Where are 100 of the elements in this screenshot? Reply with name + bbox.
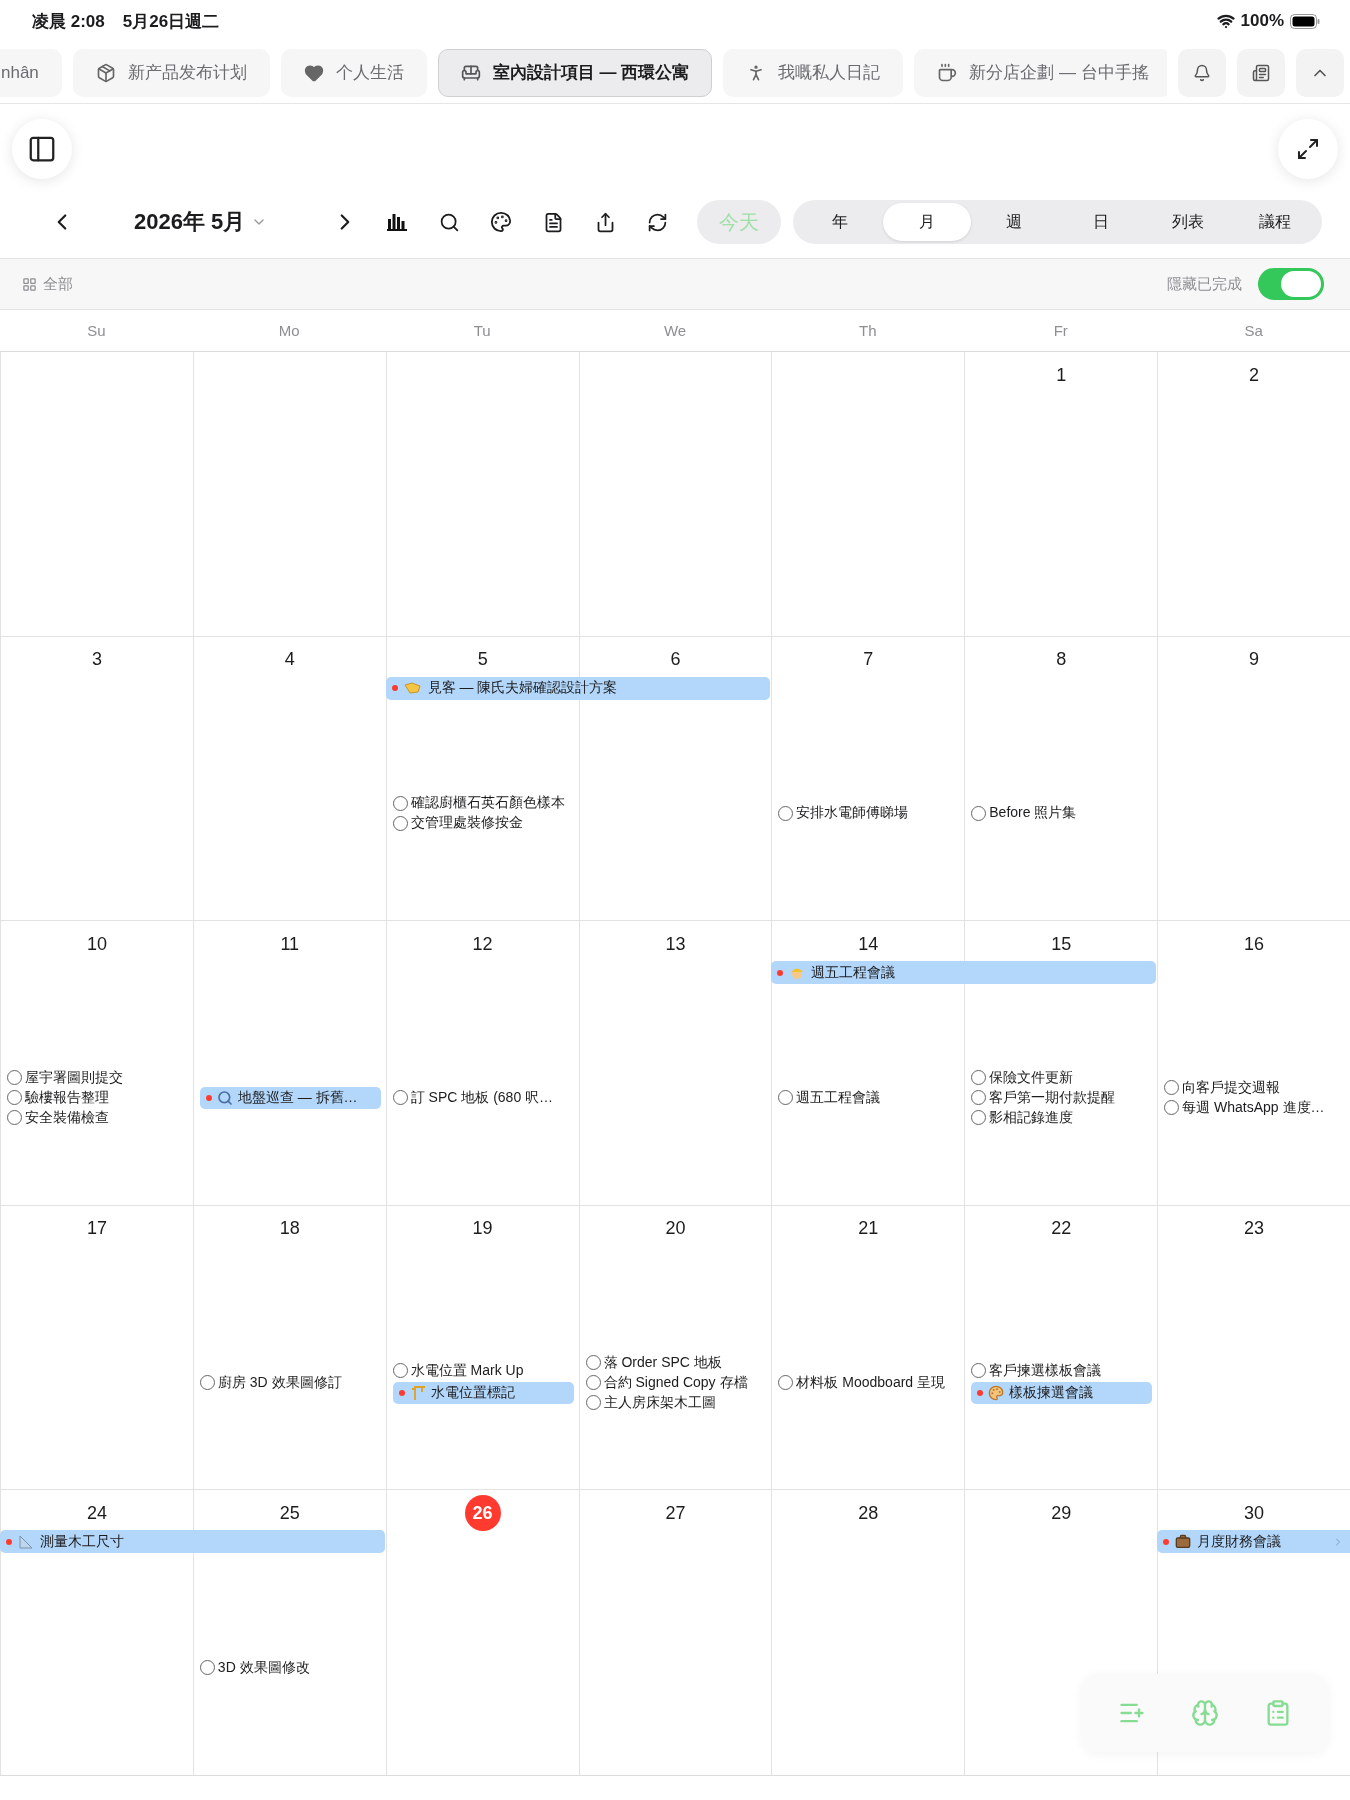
bell-icon [1193, 63, 1211, 82]
task-title: 每週 WhatsApp 進度… [1182, 1099, 1325, 1117]
task-title: Before 照片集 [989, 804, 1077, 823]
view-tab[interactable]: 日 [1057, 203, 1145, 241]
newspaper-icon [1252, 63, 1270, 82]
event-dot [977, 1389, 984, 1396]
date-number: 11 [280, 933, 300, 955]
palette-icon [490, 211, 513, 233]
magnifier-icon [216, 1090, 233, 1106]
date-number: 23 [1244, 1218, 1265, 1240]
event-chip[interactable]: 地盤巡查 — 拆舊… [199, 1087, 381, 1109]
date-number: 20 [665, 1218, 686, 1240]
heart-icon [303, 62, 324, 83]
date-number: 22 [1051, 1218, 1072, 1240]
project-tab[interactable]: 个人生活 [280, 48, 427, 97]
sidebar-icon [27, 134, 57, 164]
event-dot [777, 969, 784, 976]
grid-icon [22, 276, 37, 292]
event-bar[interactable]: 週五工程會議 [771, 961, 1157, 985]
date-number: 19 [472, 1218, 493, 1240]
status-date: 5月26日週二 [122, 10, 220, 33]
event-chip[interactable]: 水電位置標記 [392, 1381, 574, 1404]
event-bar[interactable]: 見客 — 陳氏夫婦確認設計方案 [385, 676, 771, 700]
project-tab[interactable]: 新产品发布计划 [72, 48, 270, 97]
weekday-label: Sa [1244, 322, 1263, 339]
refresh-icon [646, 211, 668, 233]
view-tab[interactable]: 月 [883, 203, 971, 241]
view-tab[interactable]: 議程 [1231, 203, 1320, 241]
battery-icon [1290, 13, 1320, 29]
box-icon [95, 62, 116, 83]
date-number: 24 [86, 1502, 107, 1524]
wifi-icon [1216, 12, 1235, 30]
event-bar[interactable]: 月度財務會議 [1157, 1530, 1350, 1554]
task-title: 客戶揀選樣板會議 [989, 1361, 1102, 1380]
date-number: 6 [670, 649, 681, 671]
task-title: 保險文件更新 [989, 1069, 1074, 1087]
date-number: 9 [1249, 649, 1260, 671]
task-title: 影相記錄進度 [989, 1109, 1074, 1127]
date-number: 25 [279, 1502, 300, 1524]
project-tab[interactable]: 新分店企劃 — 台中手搖 [914, 48, 1167, 97]
reader-button[interactable] [1237, 48, 1285, 97]
battery-percentage: 100% [1240, 11, 1284, 31]
task-title: 安全裝備檢查 [25, 1109, 109, 1127]
task-title: 安排水電師傅睇場 [796, 804, 909, 823]
briefcase-icon [1175, 1533, 1192, 1550]
event-chip[interactable]: 樣板揀選會議 [971, 1381, 1153, 1404]
task-title: 驗樓報告整理 [25, 1089, 109, 1107]
project-tab[interactable]: 室內設計項目 — 西環公寓 [437, 48, 713, 97]
weekday-label: We [663, 322, 687, 339]
task-title: 水電位置 Mark Up [410, 1361, 524, 1380]
date-number: 18 [279, 1218, 300, 1240]
palette-icon [988, 1384, 1005, 1401]
task-title: 屋宇署圖則提交 [25, 1069, 123, 1087]
expand-icon [1296, 137, 1320, 161]
date-number: 28 [858, 1502, 879, 1524]
task-title: 主人房床架木工圖 [603, 1393, 716, 1412]
date-number: 27 [665, 1502, 686, 1524]
date-number: 10 [86, 933, 107, 955]
weekday-label: Th [859, 322, 877, 339]
project-tab[interactable]: nhân [0, 48, 62, 97]
task-title: 訂 SPC 地板 (680 呎… [410, 1089, 554, 1107]
task-title: 材料板 Moodboard 呈現 [796, 1373, 946, 1392]
date-number: 17 [86, 1218, 107, 1240]
notifications-button[interactable] [1178, 48, 1226, 97]
date-number: 8 [1056, 649, 1067, 671]
date-number: 13 [665, 933, 686, 955]
weekday-label: Mo [278, 322, 300, 339]
task-title: 廚房 3D 效果圖修訂 [217, 1373, 342, 1392]
view-tab[interactable]: 週 [970, 203, 1058, 241]
event-dot [205, 1095, 212, 1101]
task-title: 交管理處裝修按金 [410, 814, 523, 833]
task-title: 3D 效果圖修改 [217, 1658, 310, 1677]
date-number: 16 [1244, 933, 1265, 955]
status-time: 凌晨 2:08 [32, 10, 105, 33]
project-tab[interactable]: 我嘅私人日記 [723, 48, 904, 97]
task-title: 客戶第一期付款提醒 [989, 1089, 1116, 1107]
date-number: 14 [858, 933, 879, 955]
event-dot [398, 1389, 405, 1396]
hide-completed-toggle[interactable] [1258, 268, 1324, 300]
view-tab[interactable]: 年 [796, 203, 884, 241]
cup-icon [937, 62, 958, 83]
date-number: 5 [477, 649, 488, 671]
view-tab[interactable]: 列表 [1144, 203, 1232, 241]
date-number: 29 [1051, 1502, 1072, 1524]
date-number: 30 [1244, 1502, 1265, 1524]
task-title: 合約 Signed Copy 存檔 [603, 1373, 748, 1392]
month-picker[interactable]: 2026年 5月 [128, 206, 274, 238]
date-number: 4 [284, 649, 295, 671]
brain-icon [1191, 1699, 1219, 1727]
bar-chart-icon [387, 213, 408, 231]
date-number: 7 [863, 649, 874, 671]
event-dot [1163, 1538, 1170, 1545]
weekday-label: Tu [473, 322, 491, 339]
date-number: 21 [858, 1218, 879, 1240]
event-bar[interactable]: 測量木工尺寸 [0, 1530, 385, 1554]
date-number: 2 [1249, 364, 1260, 386]
task-title: 落 Order SPC 地板 [603, 1353, 722, 1372]
task-title: 確認廚櫃石英石顏色樣本 [410, 794, 565, 813]
crane-icon [409, 1384, 426, 1401]
task-title: 向客戶提交週報 [1182, 1079, 1281, 1097]
